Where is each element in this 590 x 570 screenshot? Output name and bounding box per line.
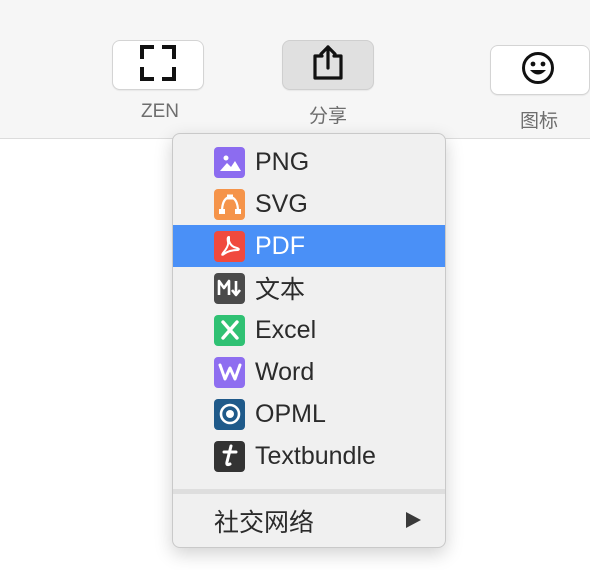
menu-item-label: PDF <box>255 231 305 260</box>
menu-item-label: OPML <box>255 399 326 428</box>
markdown-icon <box>214 272 245 304</box>
toolbar: ZEN 分享 图标 <box>0 0 590 139</box>
zen-button[interactable] <box>112 40 204 90</box>
menu-item-excel[interactable]: Excel <box>173 309 445 351</box>
menu-item-text[interactable]: 文本 <box>173 267 445 309</box>
menu-item-label: 文本 <box>255 276 306 304</box>
icon-button[interactable] <box>490 45 590 95</box>
opml-icon <box>214 398 245 430</box>
share-button[interactable] <box>282 40 374 90</box>
menu-item-opml[interactable]: OPML <box>173 393 445 435</box>
menu-item-label: PNG <box>255 147 310 176</box>
menu-item-label: 社交网络 <box>214 509 315 537</box>
word-icon <box>214 356 245 388</box>
zen-label: ZEN <box>141 101 179 122</box>
textbundle-icon <box>214 440 245 472</box>
submenu-arrow-icon <box>406 512 421 528</box>
menu-item-textbundle[interactable]: Textbundle <box>173 435 445 477</box>
share-upload-icon <box>310 44 346 87</box>
menu-item-label: SVG <box>255 189 308 218</box>
menu-item-png[interactable]: PNG <box>173 141 445 183</box>
menu-item-pdf[interactable]: PDF <box>173 225 445 267</box>
menu-item-word[interactable]: Word <box>173 351 445 393</box>
menu-item-label: Excel <box>255 315 317 344</box>
vector-path-icon <box>214 188 245 220</box>
pdf-icon <box>214 230 245 262</box>
excel-icon <box>214 314 245 346</box>
menu-item-label: Textbundle <box>255 441 376 470</box>
image-icon <box>214 146 245 178</box>
icon-label: 图标 <box>519 111 558 132</box>
share-label: 分享 <box>308 106 347 127</box>
fullscreen-corners-icon <box>139 44 177 87</box>
share-menu: PNG SVG PDF 文本 Excel Word OPML Textbundl… <box>172 133 446 548</box>
menu-item-label: Word <box>255 357 315 386</box>
menu-separator <box>173 489 445 494</box>
menu-item-svg[interactable]: SVG <box>173 183 445 225</box>
menu-item-social[interactable]: 社交网络 <box>173 500 445 542</box>
smiley-icon <box>521 51 555 90</box>
